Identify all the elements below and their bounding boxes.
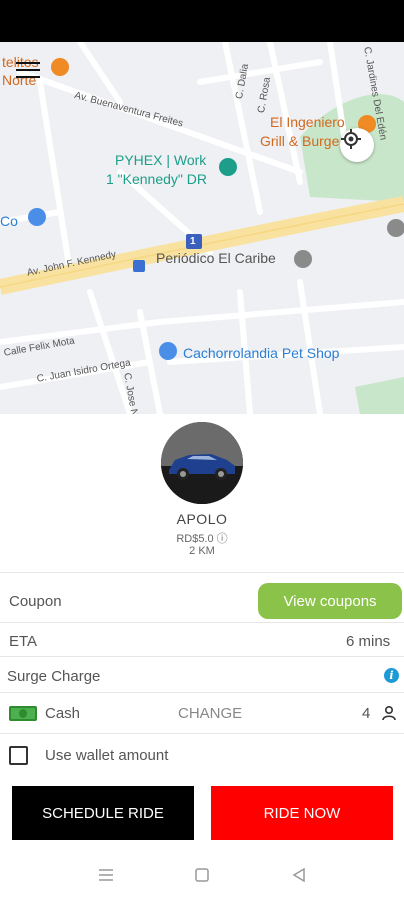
- vehicle-distance: 2 KM: [189, 545, 215, 557]
- wallet-checkbox[interactable]: [9, 746, 28, 765]
- poi-pyhex-line2: 1 "Kennedy" DR: [106, 171, 207, 187]
- divider: [0, 656, 404, 657]
- car-icon: [161, 422, 243, 504]
- view-coupons-button[interactable]: View coupons: [258, 583, 402, 619]
- map-view[interactable]: telitos Norte El Ingeniero Grill & Burge…: [0, 42, 404, 414]
- wallet-label: Use wallet amount: [45, 747, 169, 764]
- highway-shield: 1: [190, 236, 196, 247]
- poi-pyhex[interactable]: PYHEX | Work: [115, 152, 206, 168]
- vehicle-card[interactable]: APOLO RD$5.0 ⓘ 2 KM: [0, 414, 404, 570]
- system-nav-bar: [0, 852, 404, 900]
- status-bar: [0, 0, 404, 42]
- eta-value: 6 mins: [346, 633, 391, 650]
- surge-charge-label: Surge Charge: [7, 668, 101, 685]
- eta-label: ETA: [9, 633, 38, 650]
- divider: [0, 692, 404, 693]
- poi-cachorrolandia[interactable]: Cachorrolandia Pet Shop: [183, 345, 339, 361]
- cash-icon: [9, 706, 37, 721]
- menu-icon[interactable]: [16, 62, 40, 80]
- poi-pin-castelitos-icon: [51, 58, 69, 76]
- vehicle-price: RD$5.0 ⓘ: [176, 533, 228, 545]
- info-icon[interactable]: i: [384, 668, 399, 683]
- payment-method-label[interactable]: Cash: [45, 705, 80, 722]
- poi-el-ingeniero-line2: Grill & Burge: [260, 133, 340, 149]
- recent-apps-icon[interactable]: [98, 868, 114, 887]
- poi-co[interactable]: Co: [0, 213, 18, 229]
- passenger-count[interactable]: 4: [362, 705, 370, 722]
- divider: [0, 733, 404, 734]
- back-icon[interactable]: [292, 867, 306, 887]
- vehicle-name: APOLO: [176, 511, 228, 527]
- divider: [0, 622, 404, 623]
- change-payment-button[interactable]: CHANGE: [178, 705, 242, 722]
- poi-el-ingeniero[interactable]: El Ingeniero: [270, 114, 345, 130]
- schedule-ride-button[interactable]: SCHEDULE RIDE: [12, 786, 194, 840]
- coupon-label: Coupon: [9, 593, 62, 610]
- home-icon[interactable]: [195, 868, 209, 887]
- my-location-icon[interactable]: [340, 128, 374, 162]
- person-icon[interactable]: [381, 705, 397, 726]
- ride-now-button[interactable]: RIDE NOW: [211, 786, 393, 840]
- poi-periodico[interactable]: Periódico El Caribe: [156, 250, 276, 266]
- divider: [0, 572, 404, 573]
